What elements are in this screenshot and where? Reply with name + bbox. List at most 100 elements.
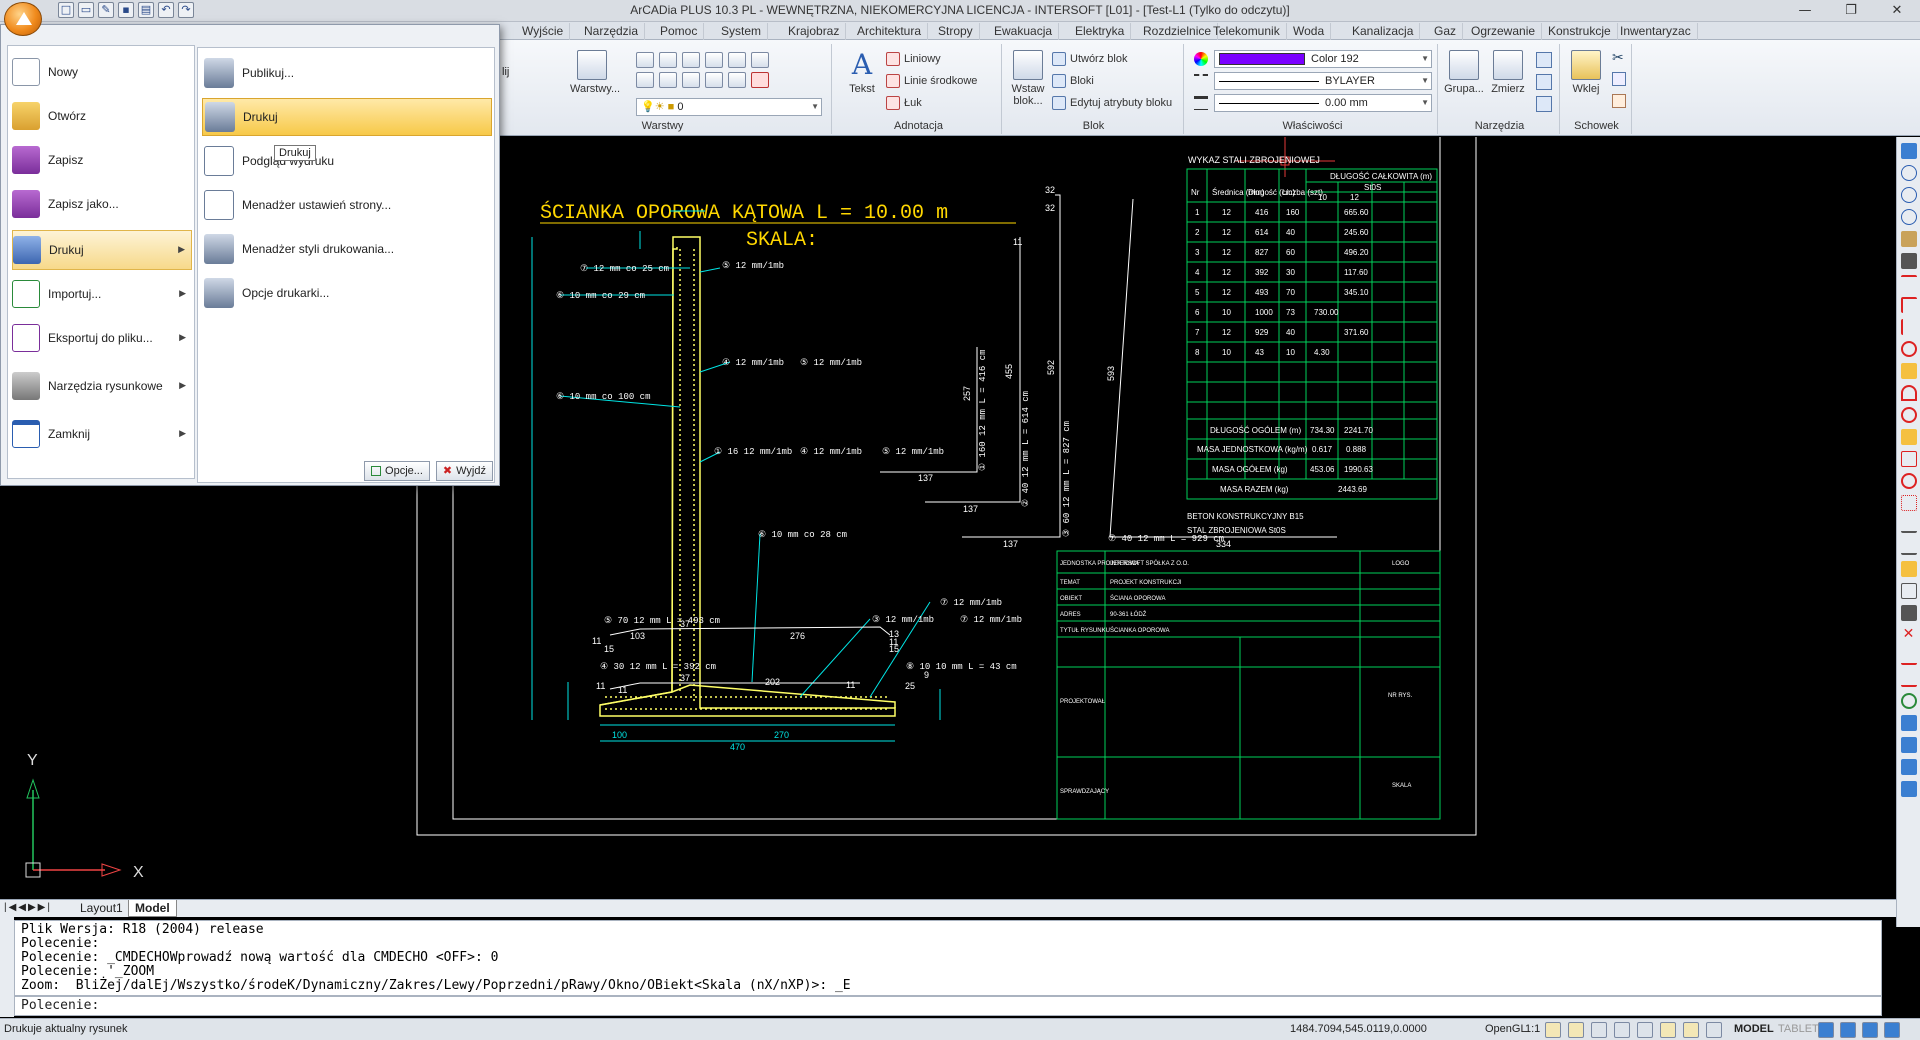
circle-icon[interactable] <box>1900 341 1917 357</box>
insert-block-button[interactable]: Wstaw blok... <box>1006 50 1050 107</box>
tab-wyjscie[interactable]: Wyjście <box>516 23 571 40</box>
measure-tool-icon[interactable] <box>1900 649 1917 665</box>
tray-icon[interactable] <box>1884 1022 1900 1038</box>
layer-tool-icon[interactable] <box>682 52 700 68</box>
osnap-icon[interactable] <box>1660 1022 1676 1038</box>
copy-icon[interactable] <box>1612 72 1626 86</box>
layer-tool-icon[interactable] <box>705 72 723 88</box>
menu-item-export[interactable]: Eksportuj do pliku... ▶ <box>12 318 192 358</box>
tab-konstrukcje[interactable]: Konstrukcje <box>1542 23 1618 40</box>
linetype-combo[interactable]: BYLAYER ▼ <box>1214 72 1432 90</box>
hatch-icon[interactable] <box>1900 539 1917 555</box>
settings-icon[interactable] <box>1900 737 1917 753</box>
tab-narzedzia[interactable]: Narzędzia <box>578 23 646 40</box>
layer-tool-icon[interactable] <box>728 52 746 68</box>
line-icon[interactable] <box>1900 275 1917 291</box>
format-painter-icon[interactable] <box>1612 94 1626 108</box>
scale-indicator[interactable]: 1:1 <box>1525 1019 1540 1040</box>
ellipse-icon[interactable] <box>1900 473 1917 489</box>
group-button[interactable]: Grupa... <box>1442 50 1486 95</box>
curve-icon[interactable] <box>1900 451 1917 467</box>
tab-ewakuacja[interactable]: Ewakuacja <box>988 23 1060 40</box>
submenu-item-publish[interactable]: Publikuj... <box>202 54 492 92</box>
properties-icon[interactable] <box>1900 759 1917 775</box>
orbit-icon[interactable] <box>1900 253 1917 269</box>
menu-item-save-as[interactable]: Zapisz jako... <box>12 184 192 224</box>
layer-tool-icon[interactable] <box>659 52 677 68</box>
delete-layer-icon[interactable] <box>751 72 769 88</box>
tab-model[interactable]: Model <box>128 900 177 917</box>
ortho-icon[interactable] <box>1591 1022 1607 1038</box>
settings-icon[interactable] <box>1818 1022 1834 1038</box>
edit-block-attributes-button[interactable]: Edytuj atrybuty bloku <box>1052 94 1172 112</box>
tool-icon[interactable] <box>1536 96 1552 112</box>
submenu-item-printer-options[interactable]: Opcje drukarki... <box>202 274 492 312</box>
delete-icon[interactable]: ✕ <box>1901 627 1917 643</box>
menu-item-import[interactable]: Importuj... ▶ <box>12 274 192 314</box>
layer-tool-icon[interactable] <box>682 72 700 88</box>
tray-icon[interactable] <box>1862 1022 1878 1038</box>
linear-dim-button[interactable]: Liniowy <box>886 50 941 68</box>
zoom-in-icon[interactable] <box>1900 165 1917 181</box>
tablet-indicator[interactable]: TABLET <box>1778 1019 1819 1040</box>
tab-system[interactable]: System <box>715 23 769 40</box>
refresh-icon[interactable] <box>1900 143 1917 159</box>
tab-elektryka[interactable]: Elektryka <box>1069 23 1132 40</box>
submenu-item-print-styles[interactable]: Menadżer styli drukowania... <box>202 230 492 268</box>
pan-icon[interactable] <box>1900 231 1917 247</box>
zoom-window-icon[interactable] <box>1900 209 1917 225</box>
menu-item-new[interactable]: Nowy <box>12 52 192 92</box>
menu-item-print[interactable]: Drukuj ▶ <box>12 230 192 270</box>
center-lines-button[interactable]: Linie środkowe <box>886 72 977 90</box>
tab-pomoc[interactable]: Pomoc <box>654 23 705 40</box>
tab-kanalizacja[interactable]: Kanalizacja <box>1346 23 1421 40</box>
tab-rozdzielnice[interactable]: Rozdzielnice <box>1137 23 1219 40</box>
blocks-button[interactable]: Bloki <box>1052 72 1094 90</box>
tool-icon[interactable] <box>1536 52 1552 68</box>
polar-icon[interactable] <box>1637 1022 1653 1038</box>
walk-icon[interactable] <box>1900 605 1917 621</box>
tab-navigation-icon[interactable]: |◀◀▶▶| <box>4 902 52 913</box>
color-combo[interactable]: Color 192 ▼ <box>1214 50 1432 68</box>
tab-woda[interactable]: Woda <box>1287 23 1332 40</box>
point-icon[interactable] <box>1900 495 1917 511</box>
menu-item-drawing-tools[interactable]: Narzędzia rysunkowe ▶ <box>12 366 192 406</box>
ring-icon[interactable] <box>1900 407 1917 423</box>
tab-ogrzewanie[interactable]: Ogrzewanie <box>1465 23 1543 40</box>
layer-tool-icon[interactable] <box>659 72 677 88</box>
anchor-icon[interactable] <box>1900 429 1917 445</box>
layers-button[interactable]: Warstwy... <box>570 50 620 95</box>
tab-inwentaryzacja[interactable]: Inwentaryzac <box>1614 23 1698 40</box>
close-icon[interactable]: ✕ <box>1874 0 1920 22</box>
command-input[interactable]: Polecenie: <box>14 996 1882 1016</box>
trim-icon[interactable] <box>1900 561 1917 577</box>
tab-architektura[interactable]: Architektura <box>851 23 929 40</box>
layer-tool-icon[interactable] <box>636 72 654 88</box>
grid-snap-icon[interactable] <box>1568 1022 1584 1038</box>
diagonal-tool-icon[interactable] <box>1900 363 1917 379</box>
opengl-indicator[interactable]: OpenGL <box>1485 1019 1527 1040</box>
layer-combo[interactable]: 💡☀ ■ 0 ▼ <box>636 98 822 116</box>
menu-item-close[interactable]: Zamknij ▶ <box>12 414 192 454</box>
app-menu-button[interactable] <box>4 2 42 36</box>
extend-icon[interactable] <box>1900 583 1917 599</box>
tab-krajobraz[interactable]: Krajobraz <box>782 23 847 40</box>
submenu-item-page-setup[interactable]: Menadżer ustawień strony... <box>202 186 492 224</box>
layer-tool-icon[interactable] <box>751 52 769 68</box>
model-indicator[interactable]: MODEL <box>1734 1019 1774 1040</box>
layer-tool-icon[interactable] <box>636 52 654 68</box>
measure-button[interactable]: Zmierz <box>1486 50 1530 95</box>
polyline-icon[interactable] <box>1900 297 1917 313</box>
paste-button[interactable]: Wklej <box>1564 50 1608 95</box>
options-button[interactable]: Opcje... <box>364 461 430 481</box>
zoom-out-icon[interactable] <box>1900 187 1917 203</box>
vertical-line-icon[interactable] <box>1900 319 1917 335</box>
snap-icon[interactable] <box>1545 1022 1561 1038</box>
hatch-icon[interactable] <box>1900 517 1917 533</box>
tab-layout1[interactable]: Layout1 <box>74 900 129 917</box>
lineweight-combo[interactable]: 0.00 mm ▼ <box>1214 94 1432 112</box>
info-icon[interactable] <box>1900 781 1917 797</box>
workspace-icon[interactable] <box>1840 1022 1856 1038</box>
create-block-button[interactable]: Utwórz blok <box>1052 50 1127 68</box>
grid-icon[interactable] <box>1614 1022 1630 1038</box>
